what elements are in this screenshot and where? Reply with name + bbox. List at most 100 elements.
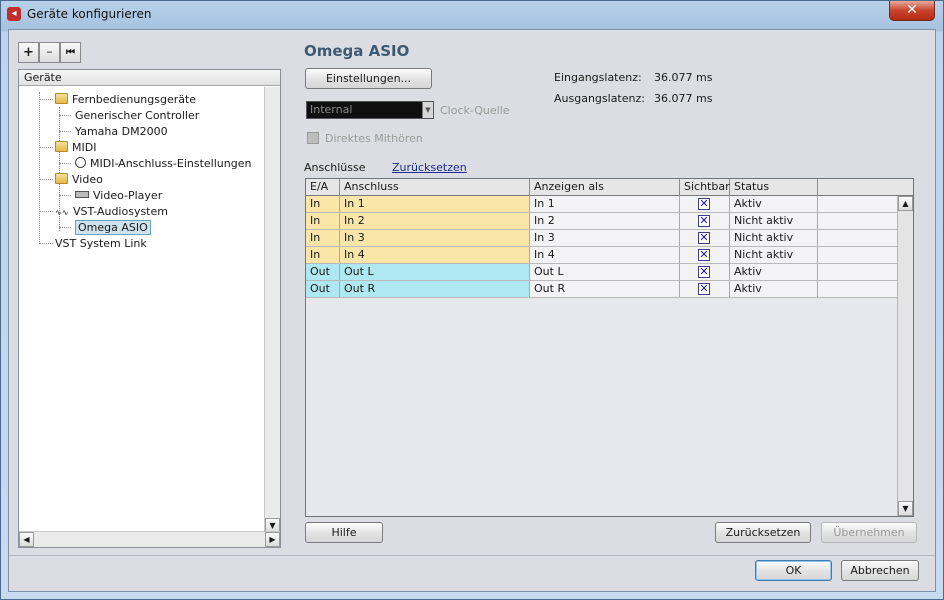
ports-label: Anschlüsse xyxy=(304,161,366,174)
tree-vertical-scrollbar[interactable]: ▼ xyxy=(264,87,280,533)
device-title: Omega ASIO xyxy=(304,42,410,60)
tree-item-vst-audiosystem[interactable]: ∿∿ VST-Audiosystem xyxy=(55,204,168,219)
io-cell: In xyxy=(306,213,340,229)
status-cell: Nicht aktiv xyxy=(730,247,818,263)
status-cell: Aktiv xyxy=(730,196,818,212)
status-cell: Aktiv xyxy=(730,281,818,297)
display-as-cell[interactable]: In 4 xyxy=(530,247,680,263)
tree-item-yamaha-dm2000[interactable]: Yamaha DM2000 xyxy=(75,124,168,139)
port-cell[interactable]: In 4 xyxy=(340,247,530,263)
tree-item-midi-anschluss-einstellungen[interactable]: MIDI-Anschluss-Einstellungen xyxy=(75,156,251,171)
column-header-visible[interactable]: Sichtbar xyxy=(680,179,730,196)
folder-icon xyxy=(55,173,68,184)
midi-port-icon xyxy=(75,157,86,168)
status-cell: Nicht aktiv xyxy=(730,213,818,229)
clock-source-select[interactable]: Internal ▼ xyxy=(306,101,434,119)
clock-source-value: Internal xyxy=(310,103,353,116)
port-cell[interactable]: Out R xyxy=(340,281,530,297)
tree-line xyxy=(39,179,53,180)
scroll-up-arrow-icon[interactable]: ▲ xyxy=(898,196,913,211)
tree-line xyxy=(39,211,53,212)
visible-cell: ✕ xyxy=(680,281,730,297)
help-button[interactable]: Hilfe xyxy=(305,522,383,543)
port-cell[interactable]: In 1 xyxy=(340,196,530,212)
device-tree-panel: Geräte Fernbedienungsgeräte Generischer … xyxy=(18,69,281,548)
app-logo-icon[interactable]: ◂ xyxy=(7,7,21,21)
table-row[interactable]: In In 1 In 1 ✕ Aktiv xyxy=(306,196,897,213)
direct-monitoring-checkbox[interactable] xyxy=(307,132,319,144)
table-vertical-scrollbar[interactable]: ▲ ▼ xyxy=(897,196,913,516)
chevron-down-icon[interactable]: ▼ xyxy=(422,102,433,118)
tree-item-fernbedienungsgeraete[interactable]: Fernbedienungsgeräte xyxy=(55,92,196,107)
visible-cell: ✕ xyxy=(680,230,730,246)
visible-checkbox[interactable]: ✕ xyxy=(698,232,710,244)
tree-item-omega-asio[interactable]: Omega ASIO xyxy=(75,220,151,235)
tree-item-video-player[interactable]: Video-Player xyxy=(75,188,162,203)
window-title: Geräte konfigurieren xyxy=(27,7,152,21)
scroll-right-arrow-icon[interactable]: ▶ xyxy=(265,532,280,547)
cancel-button[interactable]: Abbrechen xyxy=(841,560,919,581)
tree-header: Geräte xyxy=(19,70,280,86)
input-latency-value: 36.077 ms xyxy=(654,71,713,84)
status-cell: Nicht aktiv xyxy=(730,230,818,246)
ok-button[interactable]: OK xyxy=(755,560,832,581)
visible-checkbox[interactable]: ✕ xyxy=(698,249,710,261)
tree-line xyxy=(39,147,53,148)
empty-cell xyxy=(818,264,897,280)
port-cell[interactable]: In 2 xyxy=(340,213,530,229)
add-device-button[interactable]: + xyxy=(18,42,39,63)
display-as-cell[interactable]: Out R xyxy=(530,281,680,297)
visible-checkbox[interactable]: ✕ xyxy=(698,215,710,227)
tree-line xyxy=(59,195,71,196)
table-row[interactable]: Out Out L Out L ✕ Aktiv xyxy=(306,264,897,281)
column-header-status[interactable]: Status xyxy=(730,179,818,196)
column-header-display-as[interactable]: Anzeigen als xyxy=(530,179,680,196)
scroll-left-arrow-icon[interactable]: ◀ xyxy=(19,532,34,547)
empty-cell xyxy=(818,196,897,212)
device-tree: Fernbedienungsgeräte Generischer Control… xyxy=(19,87,281,531)
status-cell: Aktiv xyxy=(730,264,818,280)
table-header: E/A Anschluss Anzeigen als Sichtbar Stat… xyxy=(306,179,913,196)
dialog-window: ◂ Geräte konfigurieren ✕ + – ⏮ Geräte Fe… xyxy=(0,0,944,600)
reset-button[interactable]: Zurücksetzen xyxy=(715,522,811,543)
ports-table: E/A Anschluss Anzeigen als Sichtbar Stat… xyxy=(305,178,914,517)
table-row[interactable]: In In 2 In 2 ✕ Nicht aktiv xyxy=(306,213,897,230)
empty-cell xyxy=(818,230,897,246)
tree-line xyxy=(39,243,53,244)
display-as-cell[interactable]: Out L xyxy=(530,264,680,280)
visible-cell: ✕ xyxy=(680,213,730,229)
close-button[interactable]: ✕ xyxy=(889,1,935,21)
tree-item-generischer-controller[interactable]: Generischer Controller xyxy=(75,108,199,123)
tree-line xyxy=(59,131,71,132)
port-cell[interactable]: In 3 xyxy=(340,230,530,246)
display-as-cell[interactable]: In 3 xyxy=(530,230,680,246)
tree-horizontal-scrollbar[interactable]: ◀ ▶ xyxy=(19,531,280,547)
visible-checkbox[interactable]: ✕ xyxy=(698,198,710,210)
tree-line xyxy=(39,92,40,244)
apply-button[interactable]: Übernehmen xyxy=(821,522,917,543)
reset-device-button[interactable]: ⏮ xyxy=(60,42,81,63)
reset-ports-link[interactable]: Zurücksetzen xyxy=(392,161,467,174)
tree-item-vst-system-link[interactable]: VST System Link xyxy=(55,236,147,251)
settings-button[interactable]: Einstellungen... xyxy=(305,68,432,89)
tree-line xyxy=(59,163,71,164)
remove-device-button[interactable]: – xyxy=(39,42,60,63)
divider xyxy=(9,555,935,556)
visible-checkbox[interactable]: ✕ xyxy=(698,283,710,295)
display-as-cell[interactable]: In 1 xyxy=(530,196,680,212)
tree-item-video[interactable]: Video xyxy=(55,172,103,187)
column-header-port[interactable]: Anschluss xyxy=(340,179,530,196)
port-cell[interactable]: Out L xyxy=(340,264,530,280)
dialog-client-area: + – ⏮ Geräte Fernbedienungsgeräte Generi… xyxy=(8,29,936,592)
output-latency-value: 36.077 ms xyxy=(654,92,713,105)
tree-item-midi[interactable]: MIDI xyxy=(55,140,96,155)
table-row[interactable]: In In 4 In 4 ✕ Nicht aktiv xyxy=(306,247,897,264)
table-row[interactable]: In In 3 In 3 ✕ Nicht aktiv xyxy=(306,230,897,247)
column-header-io[interactable]: E/A xyxy=(306,179,340,196)
table-row[interactable]: Out Out R Out R ✕ Aktiv xyxy=(306,281,897,298)
display-as-cell[interactable]: In 2 xyxy=(530,213,680,229)
io-cell: In xyxy=(306,247,340,263)
scroll-down-arrow-icon[interactable]: ▼ xyxy=(898,501,913,516)
visible-checkbox[interactable]: ✕ xyxy=(698,266,710,278)
title-bar[interactable]: ◂ Geräte konfigurieren ✕ xyxy=(1,1,943,29)
